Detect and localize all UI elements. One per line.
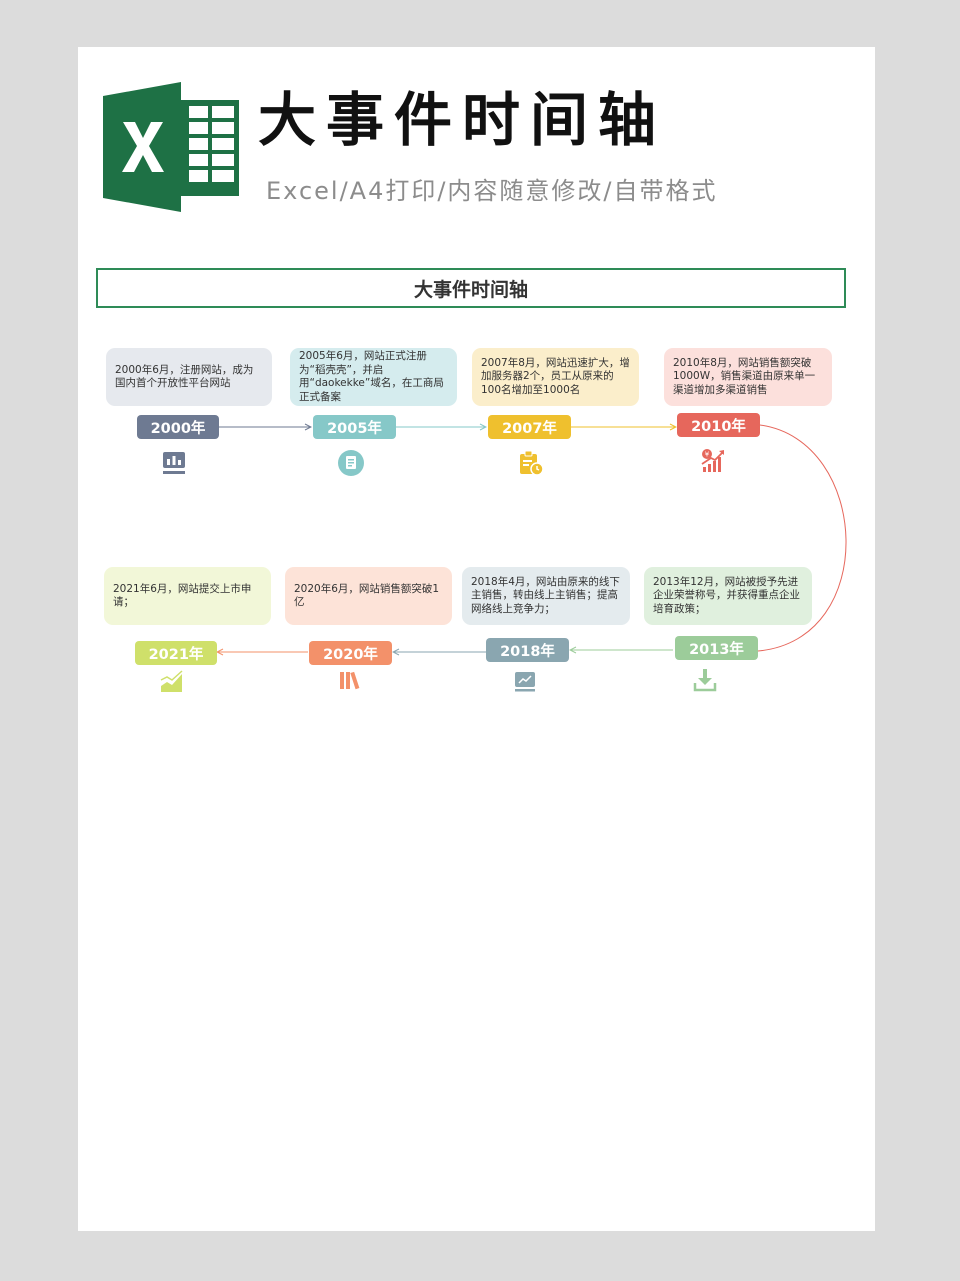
area-chart-icon [160,670,183,692]
year-badge-2010: 2010年 [677,413,760,437]
svg-text:¥: ¥ [705,451,710,459]
event-text: 2020年6月，网站销售额突破1亿 [294,582,440,609]
event-text: 2021年6月，网站提交上市申请； [113,582,252,609]
event-text: 2018年4月，网站由原来的线下主销售，转由线上主销售；提高网络线上竞争力； [471,575,620,615]
event-card-2018: 2018年4月，网站由原来的线下主销售，转由线上主销售；提高网络线上竞争力； [462,567,630,625]
event-text: 2013年12月，网站被授予先进企业荣誉称号，并获得重点企业培育政策； [653,575,800,615]
event-text: 2000年6月，注册网站，成为国内首个开放性平台网站 [115,363,254,390]
books-icon [340,671,360,690]
event-text: 2007年8月，网站迅速扩大，增加服务器2个，员工从原来的100名增加至1000… [481,356,630,396]
download-icon [693,669,717,692]
year-badge-2018: 2018年 [486,638,569,662]
event-card-2007: 2007年8月，网站迅速扩大，增加服务器2个，员工从原来的100名增加至1000… [472,348,639,406]
event-card-2021: 2021年6月，网站提交上市申请； [104,567,271,625]
event-text: 2005年6月，网站正式注册为“稻壳壳”，并启用“daokekke”域名，在工商… [299,350,444,403]
bar-chart-icon [163,452,185,474]
document-icon [338,450,364,476]
event-card-2020: 2020年6月，网站销售额突破1亿 [285,567,452,625]
year-badge-2021: 2021年 [135,641,217,665]
clipboard-icon [520,450,544,476]
growth-chart-icon: ¥ [701,449,724,472]
year-badge-2020: 2020年 [309,641,392,665]
event-card-2010: 2010年8月，网站销售额突破1000W，销售渠道由原来单一渠道增加多渠道销售 [664,348,832,406]
year-badge-2007: 2007年 [488,415,571,439]
event-card-2013: 2013年12月，网站被授予先进企业荣誉称号，并获得重点企业培育政策； [644,567,812,625]
event-card-2000: 2000年6月，注册网站，成为国内首个开放性平台网站 [106,348,272,406]
event-card-2005: 2005年6月，网站正式注册为“稻壳壳”，并启用“daokekke”域名，在工商… [290,348,457,406]
year-badge-2005: 2005年 [313,415,396,439]
trend-board-icon [515,672,535,692]
year-badge-2000: 2000年 [137,415,219,439]
year-badge-2013: 2013年 [675,636,758,660]
event-text: 2010年8月，网站销售额突破1000W，销售渠道由原来单一渠道增加多渠道销售 [673,356,816,396]
